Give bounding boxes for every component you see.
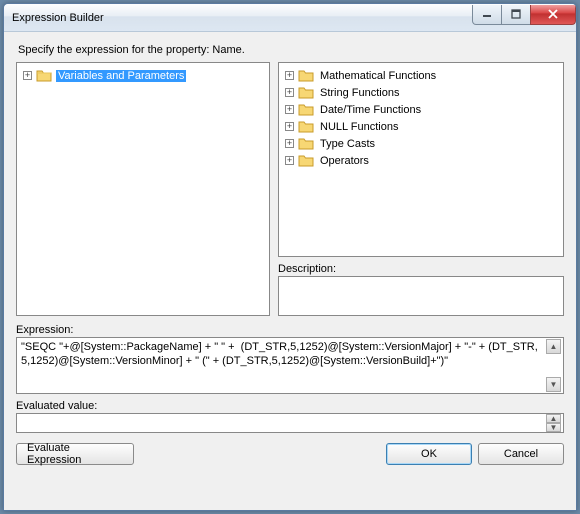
tree-item-string[interactable]: + String Functions — [281, 84, 561, 101]
functions-tree-pane[interactable]: + Mathematical Functions + String Functi… — [278, 62, 564, 257]
tree-item-label: NULL Functions — [318, 121, 400, 133]
cancel-button[interactable]: Cancel — [478, 443, 564, 465]
expand-icon[interactable]: + — [285, 139, 294, 148]
minimize-button[interactable] — [472, 5, 502, 25]
tree-item-datetime[interactable]: + Date/Time Functions — [281, 101, 561, 118]
expand-icon[interactable]: + — [285, 122, 294, 131]
ok-button[interactable]: OK — [386, 443, 472, 465]
scroll-down-icon[interactable]: ▼ — [546, 377, 561, 392]
folder-icon — [298, 120, 314, 133]
description-label: Description: — [278, 263, 564, 275]
maximize-button[interactable] — [501, 5, 531, 25]
expand-icon[interactable]: + — [285, 71, 294, 80]
evaluated-value-box: ▲ ▼ — [16, 413, 564, 433]
window-title: Expression Builder — [12, 12, 473, 24]
tree-item-label: Date/Time Functions — [318, 104, 423, 116]
tree-item-label: Mathematical Functions — [318, 70, 438, 82]
button-label: OK — [421, 448, 437, 460]
scroll-up-icon[interactable]: ▲ — [546, 414, 561, 423]
tree-item-variables[interactable]: + Variables and Parameters — [19, 67, 267, 84]
tree-item-label: Operators — [318, 155, 371, 167]
expand-icon[interactable]: + — [23, 71, 32, 80]
tree-item-math[interactable]: + Mathematical Functions — [281, 67, 561, 84]
expression-text: "SEQC "+@[System::PackageName] + " " + (… — [21, 340, 545, 368]
button-label: Cancel — [504, 448, 538, 460]
scroll-down-icon[interactable]: ▼ — [546, 423, 561, 432]
tree-item-operators[interactable]: + Operators — [281, 152, 561, 169]
tree-item-label: Variables and Parameters — [56, 70, 186, 82]
tree-item-null[interactable]: + NULL Functions — [281, 118, 561, 135]
tree-item-typecasts[interactable]: + Type Casts — [281, 135, 561, 152]
folder-icon — [298, 86, 314, 99]
button-label: Evaluate Expression — [27, 442, 123, 466]
folder-icon — [298, 154, 314, 167]
folder-icon — [298, 137, 314, 150]
expand-icon[interactable]: + — [285, 105, 294, 114]
expression-builder-window: Expression Builder Specify the expressio… — [3, 3, 577, 511]
folder-icon — [298, 103, 314, 116]
expression-input[interactable]: "SEQC "+@[System::PackageName] + " " + (… — [16, 337, 564, 394]
folder-icon — [36, 69, 52, 82]
tree-item-label: Type Casts — [318, 138, 377, 150]
evaluate-expression-button[interactable]: Evaluate Expression — [16, 443, 134, 465]
evaluated-label: Evaluated value: — [16, 400, 564, 412]
scroll-up-icon[interactable]: ▲ — [546, 339, 561, 354]
expression-label: Expression: — [16, 324, 564, 336]
folder-icon — [298, 69, 314, 82]
titlebar: Expression Builder — [4, 4, 576, 32]
description-box — [278, 276, 564, 316]
variables-tree-pane[interactable]: + Variables and Parameters — [16, 62, 270, 316]
close-button[interactable] — [530, 5, 576, 25]
tree-item-label: String Functions — [318, 87, 401, 99]
expand-icon[interactable]: + — [285, 88, 294, 97]
instruction-text: Specify the expression for the property:… — [18, 44, 564, 56]
expand-icon[interactable]: + — [285, 156, 294, 165]
